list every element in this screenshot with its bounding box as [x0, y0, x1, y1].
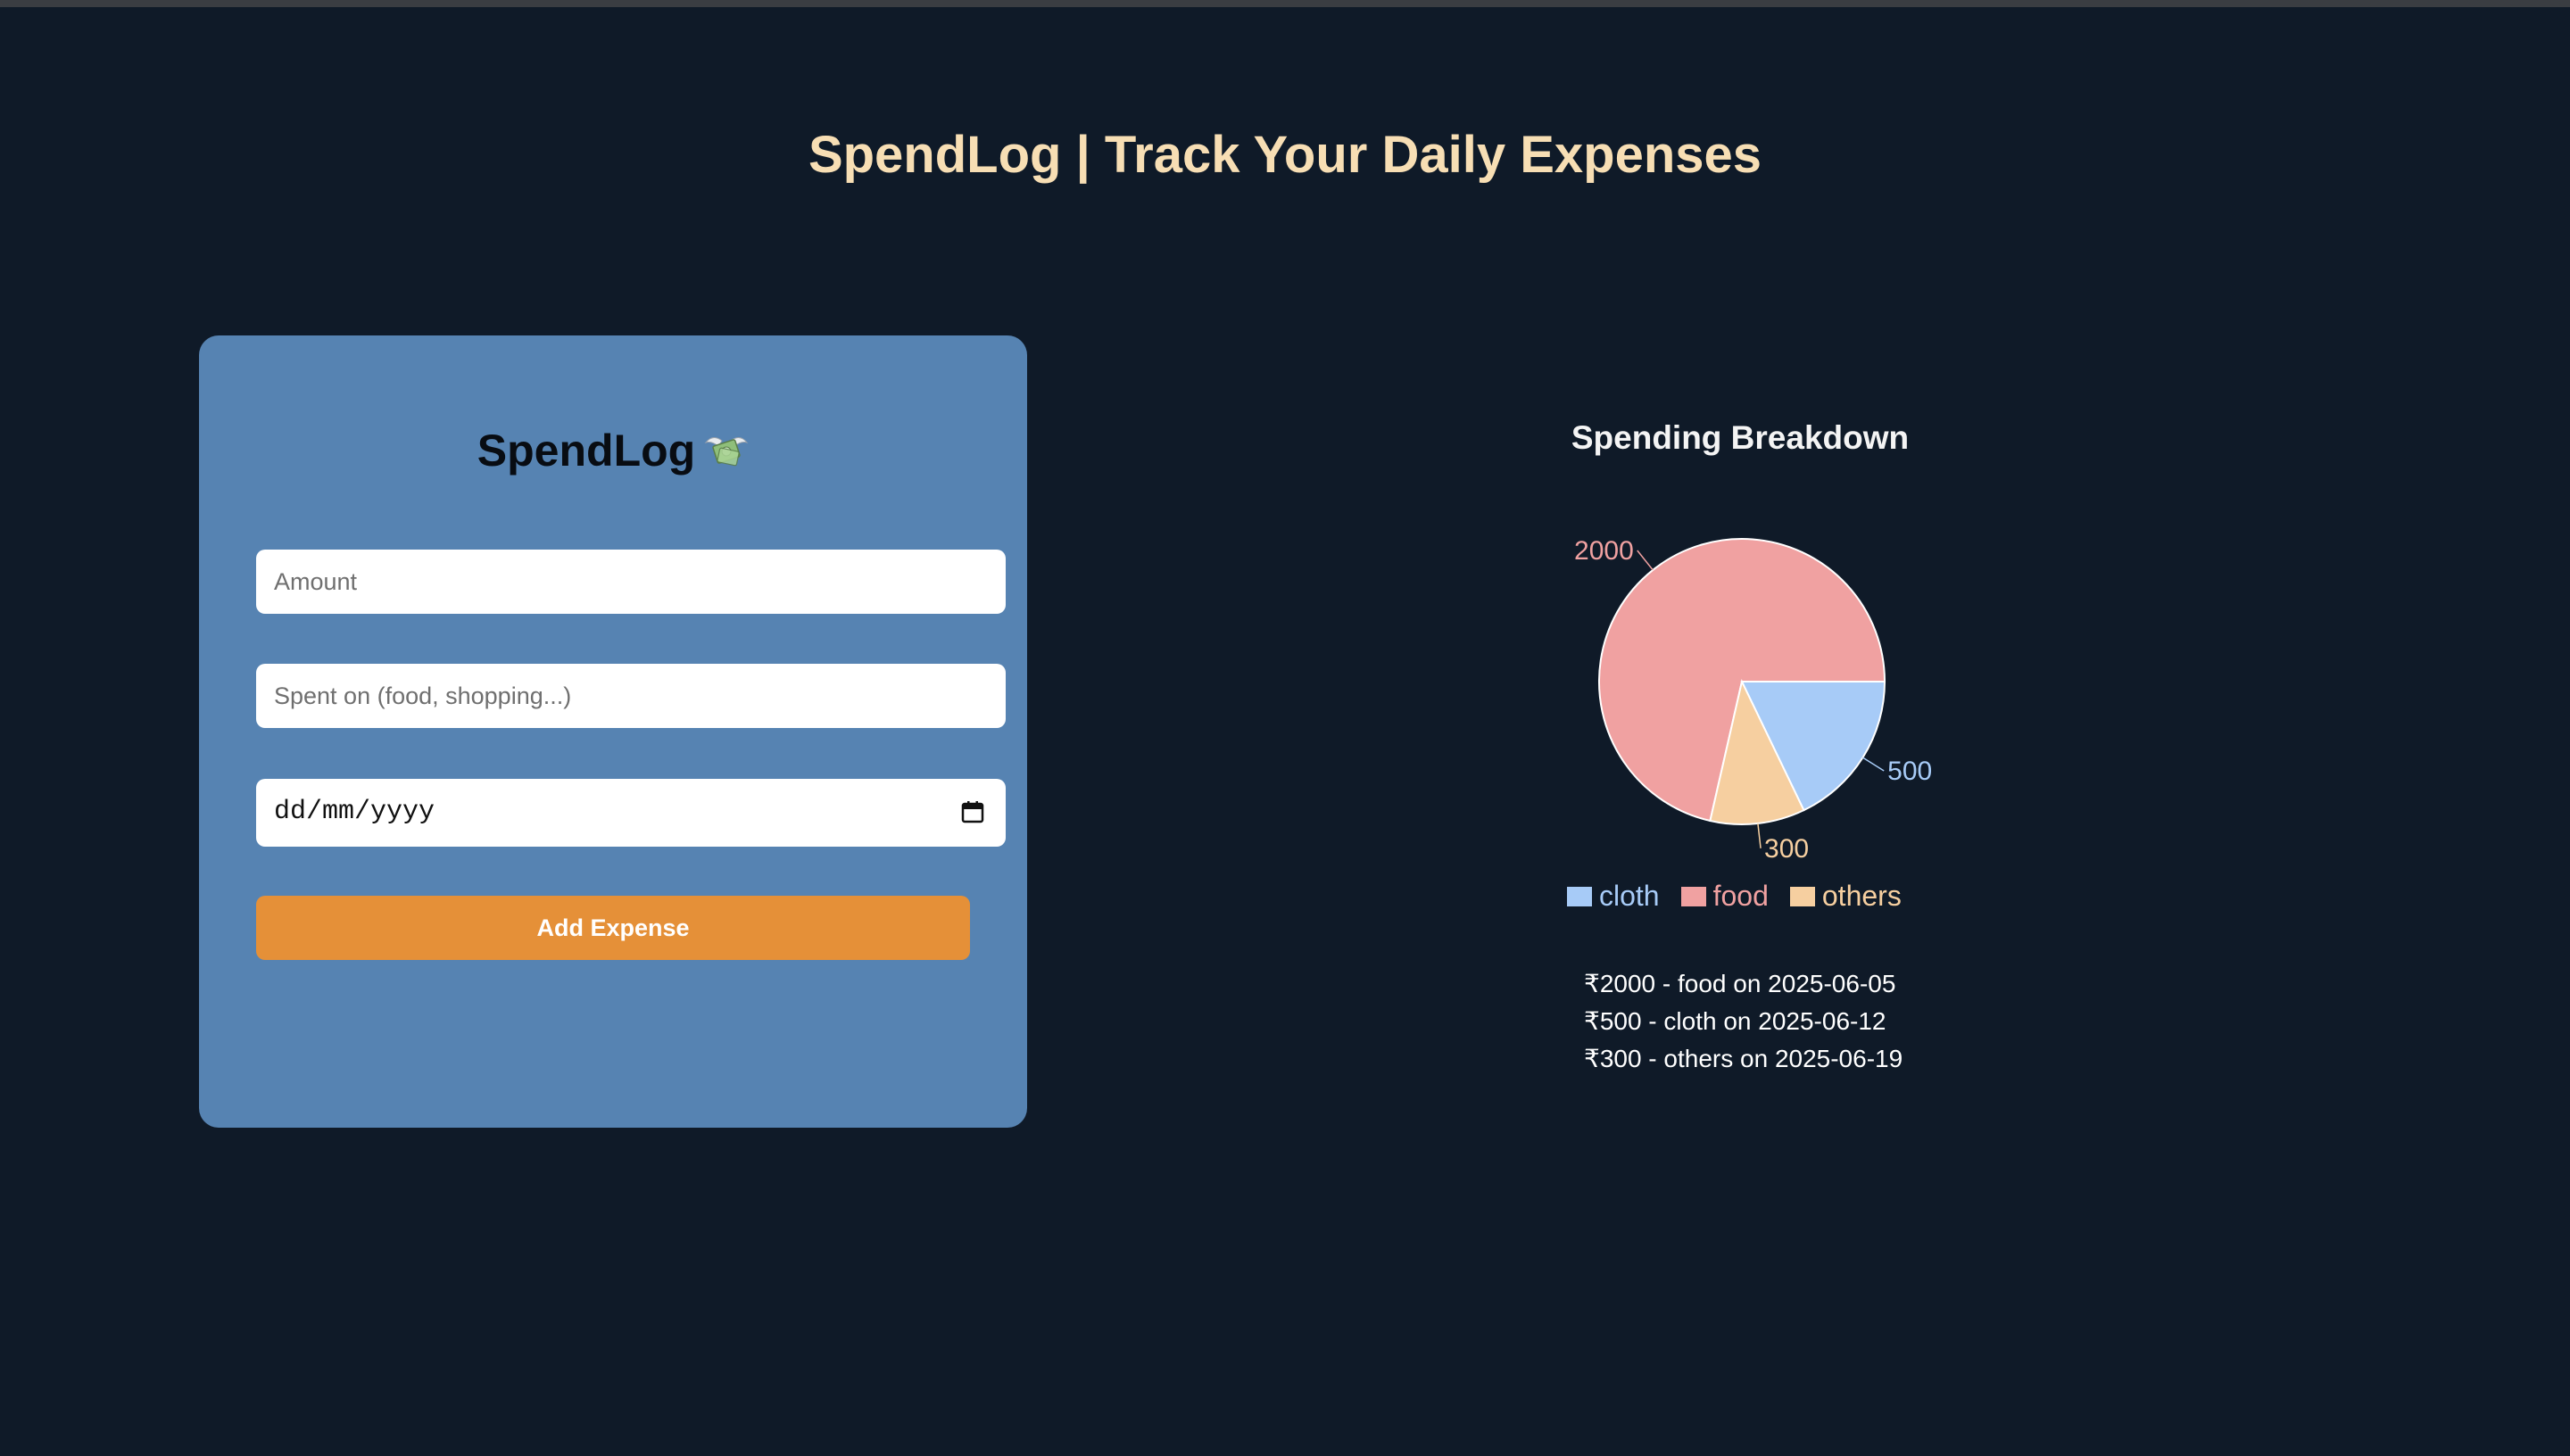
- date-input[interactable]: dd/mm/yyyy: [256, 779, 1006, 847]
- legend-label-cloth: cloth: [1599, 880, 1660, 912]
- legend-swatch-cloth: [1567, 886, 1592, 906]
- legend-item-others[interactable]: others: [1789, 880, 1902, 913]
- legend-label-others: others: [1821, 880, 1902, 912]
- category-input[interactable]: [256, 664, 1006, 728]
- page-title: SpendLog | Track Your Daily Expenses: [808, 126, 1762, 184]
- form-title: SpendLog: [199, 425, 1027, 476]
- chart-title: Spending Breakdown: [1571, 419, 1910, 456]
- expense-list: ₹2000 - food on 2025-06-05 ₹500 - cloth …: [1584, 965, 1903, 1078]
- data-label-leader-food: [1637, 550, 1654, 571]
- legend-swatch-food: [1680, 886, 1706, 906]
- legend-label-food: food: [1712, 880, 1769, 912]
- date-input-value: dd/mm/yyyy: [274, 797, 435, 827]
- expense-list-item: ₹2000 - food on 2025-06-05: [1584, 970, 1896, 997]
- amount-input[interactable]: [256, 550, 1006, 614]
- legend-item-food[interactable]: food: [1680, 880, 1769, 913]
- data-label-food: 2000: [1574, 536, 1634, 566]
- add-expense-button[interactable]: Add Expense: [256, 896, 970, 960]
- browser-top-bar: [0, 0, 2570, 7]
- data-label-others: 300: [1764, 834, 1809, 864]
- data-label-cloth: 500: [1887, 757, 1932, 786]
- expense-list-item: ₹300 - others on 2025-06-19: [1584, 1045, 1903, 1072]
- data-label-leader-cloth: [1862, 757, 1885, 772]
- calendar-icon[interactable]: [961, 800, 984, 823]
- spending-pie-chart: 2000 500 300: [1574, 536, 1932, 864]
- form-title-text: SpendLog: [477, 426, 696, 476]
- data-label-leader-others: [1757, 823, 1762, 848]
- chart-legend: cloth food others: [1567, 880, 1902, 913]
- money-with-wings-icon: [704, 437, 749, 467]
- expense-form-card: SpendLog dd/mm/yyyy Add Expense: [199, 335, 1027, 1128]
- legend-item-cloth[interactable]: cloth: [1567, 880, 1660, 913]
- expense-list-item: ₹500 - cloth on 2025-06-12: [1584, 1007, 1886, 1035]
- legend-swatch-others: [1789, 886, 1815, 906]
